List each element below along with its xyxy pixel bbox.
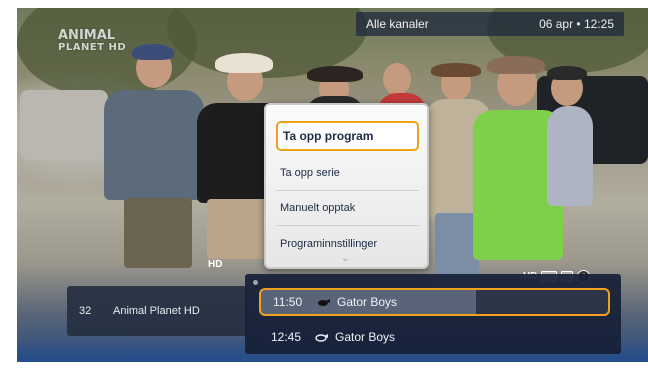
top-info-bar: Alle kanaler 06 apr • 12:25 — [356, 12, 624, 36]
hd-badge-small: HD — [208, 259, 223, 270]
record-context-menu: Ta opp program Ta opp serie Manuelt oppt… — [264, 103, 429, 269]
record-icon — [318, 299, 330, 306]
scroll-down-indicator-icon[interactable]: ⌄ — [341, 253, 349, 264]
program-title: Gator Boys — [337, 295, 398, 309]
epg-row-current[interactable]: 11:50 Gator Boys — [259, 288, 610, 316]
menu-item-record-series[interactable]: Ta opp serie — [276, 158, 419, 191]
program-guide-panel: 11:50 Gator Boys 12:45 Gator Boys — [245, 274, 621, 354]
date-time: 06 apr • 12:25 — [539, 17, 614, 31]
epg-row-next[interactable]: 12:45 Gator Boys — [259, 323, 610, 351]
channel-number: 32 — [79, 305, 92, 317]
menu-item-record-program[interactable]: Ta opp program — [276, 121, 419, 151]
program-time: 12:45 — [271, 330, 302, 344]
background-car — [20, 90, 108, 160]
animal-planet-logo: ANIMAL PLANET HD — [58, 28, 127, 53]
program-title: Gator Boys — [335, 330, 396, 344]
channel-filter-label[interactable]: Alle kanaler — [366, 17, 429, 31]
scroll-position-icon — [253, 280, 258, 285]
channel-info-panel: 32 Animal Planet HD — [67, 286, 247, 336]
record-series-icon — [315, 334, 328, 342]
program-time: 11:50 — [273, 295, 303, 309]
channel-name: Animal Planet HD — [113, 305, 200, 317]
menu-item-manual-recording[interactable]: Manuelt opptak — [276, 193, 419, 226]
